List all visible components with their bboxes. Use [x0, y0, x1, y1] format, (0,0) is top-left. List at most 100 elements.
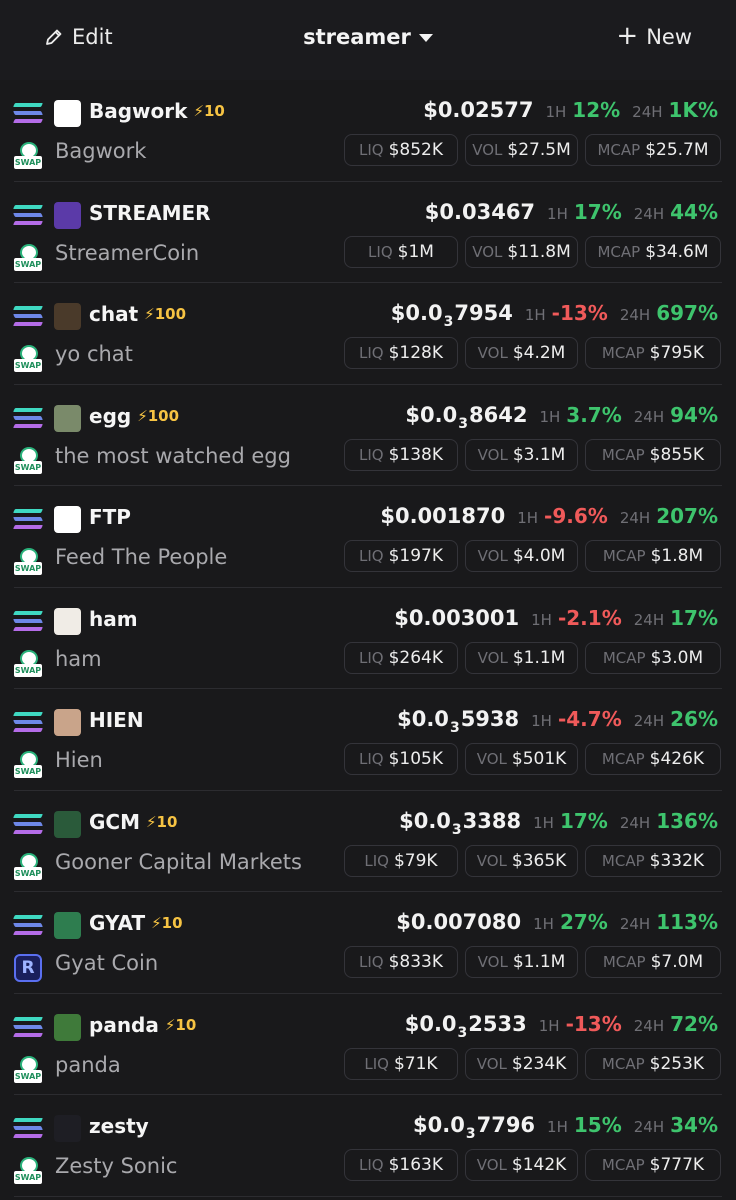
liq-value: $264K	[388, 647, 443, 668]
volume-chip: VOL $27.5M	[465, 134, 578, 166]
price-prefix: $0.0	[413, 1113, 465, 1137]
change-1h-label: 1H	[533, 813, 554, 832]
change-1h-label: 1H	[533, 915, 554, 933]
change-24h-label: 24H	[633, 1016, 665, 1035]
new-button[interactable]: + New	[616, 22, 692, 52]
token-name: Zesty Sonic	[55, 1154, 178, 1178]
change-24h-value: 697%	[656, 301, 718, 325]
mcap-value: $795K	[649, 343, 705, 363]
vol-label: VOL	[477, 445, 508, 464]
token-name: Gooner Capital Markets	[55, 849, 302, 874]
vol-value: $234K	[511, 1053, 567, 1074]
token-row[interactable]: SWAP zesty Zesty Sonic $0.037796 1H 15% …	[0, 1095, 736, 1197]
token-symbol-text: chat	[89, 302, 139, 326]
row-divider	[14, 1195, 722, 1197]
token-row[interactable]: SWAP STREAMER StreamerCoin $0.03467 1H 1…	[0, 182, 736, 283]
solana-icon	[13, 407, 43, 429]
liq-label: LIQ	[358, 648, 384, 667]
market-cap-chip: MCAP $34.6M	[585, 235, 721, 268]
token-row[interactable]: SWAP chat ⚡100 yo chat $0.037954 1H -13% …	[0, 283, 736, 385]
liq-label: LIQ	[358, 1156, 384, 1174]
change-24h-value: 72%	[670, 1011, 718, 1036]
plus-icon: +	[616, 20, 639, 51]
token-symbol-text: panda	[89, 1012, 159, 1037]
token-row[interactable]: SWAP HIEN Hien $0.035938 1H -4.7% 24H 26…	[0, 689, 736, 791]
change-1h-value: -13%	[565, 1011, 622, 1036]
swap-dex-icon: SWAP	[14, 345, 42, 373]
token-row[interactable]: SWAP FTP Feed The People $0.001870 1H -9…	[0, 486, 736, 588]
token-symbol-text: ham	[89, 606, 138, 631]
liquidity-chip: LIQ $1M	[344, 235, 458, 268]
token-row[interactable]: SWAP GCM ⚡10 Gooner Capital Markets $0.03…	[0, 791, 736, 892]
change-24h-value: 94%	[670, 402, 718, 427]
token-row[interactable]: SWAP egg ⚡100 the most watched egg $0.038…	[0, 385, 736, 486]
swap-dex-icon: SWAP	[14, 1055, 42, 1084]
mcap-label: MCAP	[602, 547, 646, 565]
liq-label: LIQ	[364, 851, 389, 870]
volume-chip: VOL $365K	[465, 844, 578, 877]
token-row[interactable]: SWAP panda ⚡10 panda $0.032533 1H -13% 24…	[0, 994, 736, 1095]
vol-value: $11.8M	[507, 241, 571, 262]
mcap-label: MCAP	[601, 851, 645, 870]
token-avatar	[54, 1013, 81, 1041]
price-prefix: $0.0	[405, 402, 458, 427]
vol-value: $27.5M	[507, 140, 571, 160]
price-line: $0.03467 1H 17% 24H 44%	[425, 200, 718, 224]
change-1h-label: 1H	[517, 509, 539, 527]
price-digits: 7796	[476, 1113, 536, 1137]
price-prefix: $0.0	[399, 808, 451, 833]
vol-value: $142K	[511, 1155, 567, 1175]
vol-label: VOL	[477, 344, 508, 362]
token-symbol: Bagwork ⚡10	[89, 99, 225, 123]
token-row[interactable]: SWAP Bagwork ⚡10 Bagwork $0.02577 1H 12% …	[0, 80, 736, 182]
liq-value: $197K	[388, 546, 443, 566]
volume-chip: VOL $234K	[465, 1047, 578, 1080]
mcap-value: $25.7M	[645, 140, 709, 160]
vol-label: VOL	[477, 953, 508, 971]
token-symbol-text: zesty	[89, 1114, 149, 1138]
swap-dex-icon: SWAP	[14, 142, 42, 170]
liq-label: LIQ	[358, 750, 384, 768]
token-symbol: chat ⚡100	[89, 302, 186, 326]
liquidity-chip: LIQ $264K	[344, 641, 458, 674]
token-symbol-text: GCM	[89, 809, 140, 834]
price-line: $0.037796 1H 15% 24H 34%	[413, 1113, 718, 1142]
price-line: $0.003001 1H -2.1% 24H 17%	[394, 606, 718, 630]
change-24h-label: 24H	[633, 1118, 665, 1136]
token-name: the most watched egg	[55, 443, 291, 468]
raydium-icon: R	[14, 954, 42, 982]
token-avatar	[54, 404, 81, 432]
vol-value: $1.1M	[512, 647, 566, 668]
token-row[interactable]: R GYAT ⚡10 Gyat Coin $0.007080 1H 27% 24H…	[0, 892, 736, 994]
market-cap-chip: MCAP $253K	[585, 1047, 721, 1080]
token-price: $0.037954	[391, 301, 513, 330]
boost-badge: ⚡10	[164, 1015, 197, 1034]
solana-icon	[13, 1016, 43, 1038]
mcap-label: MCAP	[601, 445, 645, 464]
boost-badge: ⚡10	[146, 812, 178, 831]
price-zero-count: 3	[443, 314, 454, 330]
market-cap-chip: MCAP $795K	[585, 337, 721, 369]
mcap-label: MCAP	[601, 1054, 645, 1073]
token-symbol: STREAMER	[89, 201, 211, 225]
token-symbol: panda ⚡10	[89, 1013, 196, 1037]
liq-value: $138K	[388, 444, 443, 465]
token-name: Feed The People	[55, 545, 228, 569]
price-prefix: $0.03467	[424, 199, 536, 224]
volume-chip: VOL $142K	[465, 1149, 578, 1181]
change-1h-value: 27%	[559, 910, 608, 934]
market-cap-chip: MCAP $1.8M	[585, 540, 721, 572]
token-symbol: FTP	[89, 505, 131, 529]
change-24h-label: 24H	[633, 204, 665, 223]
price-line: $0.035938 1H -4.7% 24H 26%	[397, 707, 718, 736]
mcap-value: $777K	[649, 1155, 705, 1175]
price-prefix: $0.003001	[394, 605, 520, 630]
liq-value: $163K	[388, 1155, 443, 1175]
solana-icon	[13, 102, 43, 124]
token-avatar	[54, 1115, 81, 1142]
change-1h-value: -13%	[551, 301, 608, 325]
token-row[interactable]: SWAP ham ham $0.003001 1H -2.1% 24H 17% …	[0, 588, 736, 689]
new-label: New	[646, 25, 692, 49]
volume-chip: VOL $3.1M	[465, 438, 578, 471]
change-24h-label: 24H	[633, 712, 665, 730]
